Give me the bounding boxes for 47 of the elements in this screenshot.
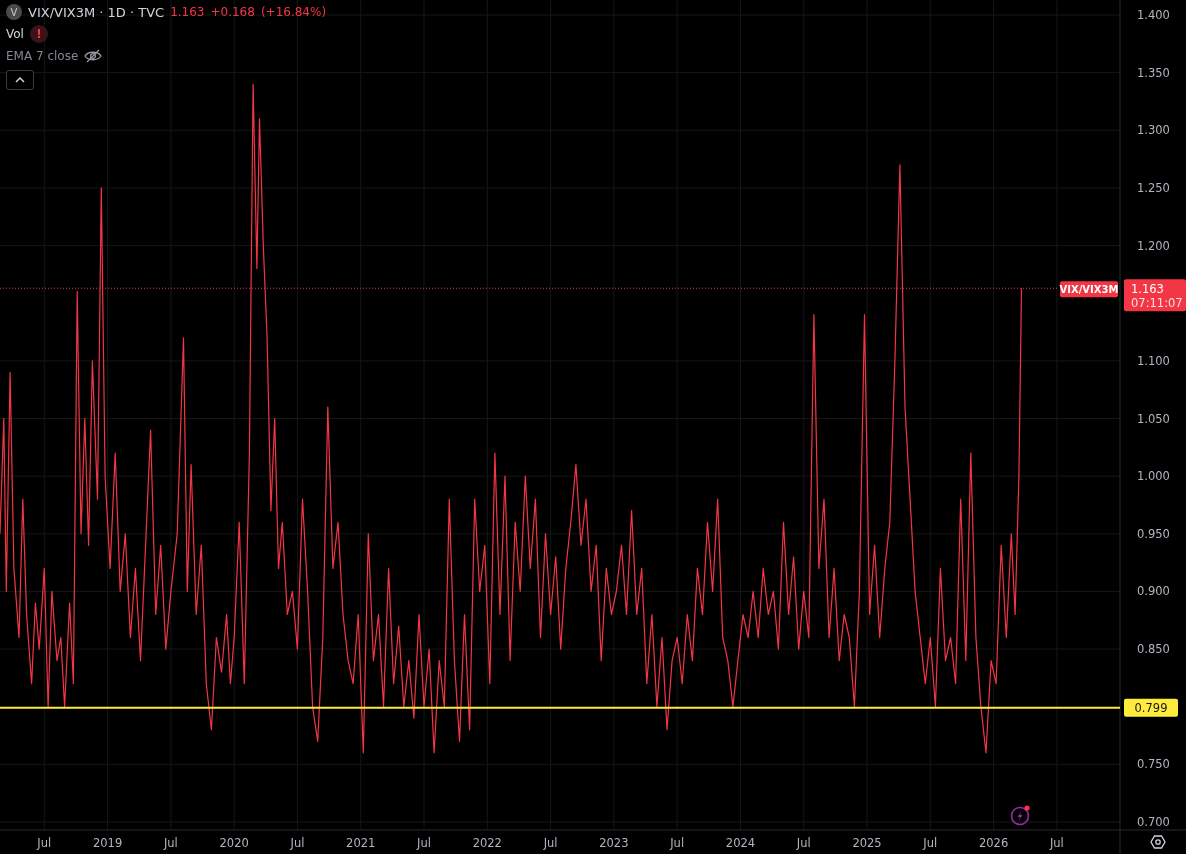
symbol-badge[interactable]: V xyxy=(6,4,22,20)
axis-label: Jul xyxy=(1049,836,1064,850)
axis-label: Jul xyxy=(543,836,558,850)
axis-label: 2022 xyxy=(472,836,502,850)
axis-label: 1.000 xyxy=(1137,469,1170,484)
axis-label: 2025 xyxy=(852,836,882,850)
axis-label: 2023 xyxy=(599,836,629,850)
axis-label: 1.100 xyxy=(1137,353,1170,368)
hidden-eye-icon[interactable] xyxy=(84,49,103,63)
symbol-title[interactable]: VIX/VIX3M · 1D · TVC xyxy=(28,4,165,20)
axis-label: 1.050 xyxy=(1137,411,1170,426)
settings-icon[interactable] xyxy=(1150,834,1166,850)
price-change-percent: (+16.84%) xyxy=(260,5,327,19)
axis-label: Jul xyxy=(163,836,178,850)
axis-label: 1.200 xyxy=(1137,238,1170,253)
collapse-button[interactable] xyxy=(6,70,34,90)
level-label: 0.799 xyxy=(1124,698,1178,717)
warning-badge[interactable]: ! xyxy=(29,25,48,43)
chevron-up-icon xyxy=(15,77,25,83)
axis-label: Jul xyxy=(417,836,431,850)
axis-label: 1.350 xyxy=(1137,65,1170,80)
indicator-label[interactable]: EMA 7 close xyxy=(6,49,79,63)
axis-label: 2020 xyxy=(219,836,249,850)
axis-label: 2021 xyxy=(346,836,376,850)
axis-label: 0.900 xyxy=(1137,584,1170,599)
ref-line-label: 0.799 xyxy=(1134,701,1168,716)
axis-label: 2026 xyxy=(978,836,1009,850)
horizontal-line[interactable] xyxy=(0,706,1121,709)
axis-label: 0.750 xyxy=(1137,757,1170,772)
axis-label: Jul xyxy=(670,836,685,850)
price-change: +0.168 xyxy=(210,5,255,19)
lightning-icon[interactable] xyxy=(1010,804,1032,826)
axis-label: 1.250 xyxy=(1137,180,1170,195)
axis-label: 1.300 xyxy=(1137,123,1170,138)
axis-label: 0.700 xyxy=(1137,815,1170,829)
axis-label: Jul xyxy=(923,836,938,850)
last-price: 1.163 xyxy=(170,5,205,19)
indicator-label[interactable]: Vol xyxy=(6,27,24,41)
axis-label: 2019 xyxy=(92,836,123,850)
axis-label: Jul xyxy=(37,836,52,850)
axis-label: 0.950 xyxy=(1137,526,1170,541)
axis-label: 2024 xyxy=(725,836,756,850)
axis-label: Jul xyxy=(796,836,811,850)
axis-label: 1.400 xyxy=(1137,8,1170,22)
axis-label: 0.850 xyxy=(1137,642,1170,657)
price-tag: 1.163 07:11:07 xyxy=(1124,279,1186,312)
axis-label: Jul xyxy=(290,836,305,850)
